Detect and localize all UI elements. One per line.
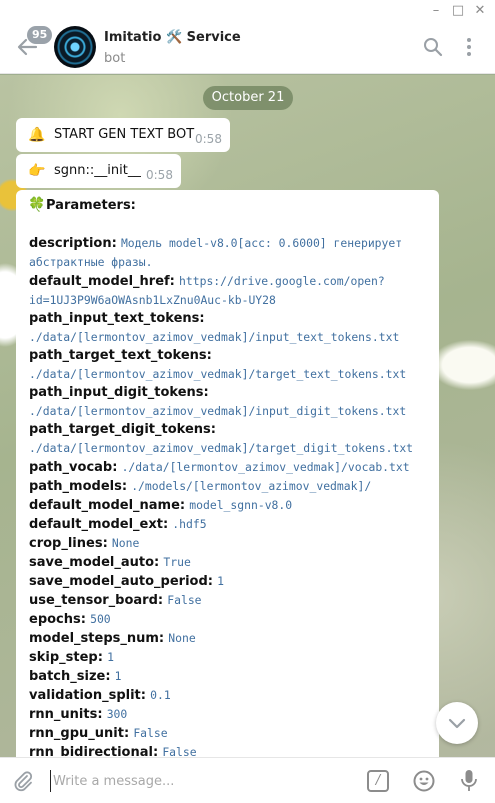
parameter-key: path_input_text_tokens:	[29, 311, 205, 326]
parameter-row: path_input_digit_tokens: ./data/[lermont…	[29, 384, 429, 421]
chat-header: 95 Imitatio 🛠️ Service bot	[0, 22, 495, 74]
parameter-key: save_model_auto_period:	[29, 574, 213, 589]
parameter-key: save_model_auto:	[29, 555, 160, 570]
parameter-row: model_steps_num: None	[29, 629, 429, 648]
chat-subtitle: bot	[104, 51, 126, 66]
message-time: 0:58	[146, 168, 173, 182]
parameter-list: description: Модель model-v8.0[acc: 0.60…	[29, 234, 429, 757]
parameters-heading-text: Parameters:	[46, 198, 136, 213]
parameter-key: skip_step:	[29, 650, 103, 665]
scroll-to-bottom-button[interactable]	[436, 702, 478, 744]
parameter-value: model_sgnn-v8.0	[189, 498, 293, 512]
message-bubble[interactable]: 🔔 START GEN TEXT BOT 0:58	[16, 118, 230, 152]
parameters-heading: 🍀Parameters:	[28, 197, 136, 213]
parameter-row: batch_size: 1	[29, 667, 429, 686]
chat-title[interactable]: Imitatio 🛠️ Service	[104, 30, 241, 45]
message-bubble[interactable]: 👉 sgnn::__init__ 0:58	[16, 154, 181, 188]
unread-count-badge: 95	[27, 26, 53, 44]
parameter-row: default_model_href: https://drive.google…	[29, 272, 429, 310]
parameter-row: default_model_name: model_sgnn-v8.0	[29, 496, 429, 515]
parameter-key: rnn_gpu_unit:	[29, 726, 130, 741]
parameter-row: path_target_digit_tokens: ./data/[lermon…	[29, 421, 429, 458]
parameter-value: 300	[106, 707, 128, 721]
parameter-value: None	[111, 536, 140, 550]
parameters-message[interactable]: 🍀Parameters: description: Модель model-v…	[16, 190, 439, 757]
minimize-icon[interactable]: –	[428, 3, 444, 19]
parameter-row: rnn_gpu_unit: False	[29, 724, 429, 743]
parameter-row: epochs: 500	[29, 610, 429, 629]
parameter-key: epochs:	[29, 612, 86, 627]
parameter-value: 1	[114, 669, 122, 683]
paperclip-icon[interactable]	[12, 770, 34, 792]
avatar[interactable]	[54, 26, 96, 68]
parameter-row: crop_lines: None	[29, 534, 429, 553]
parameter-key: batch_size:	[29, 669, 111, 684]
parameter-row: path_input_text_tokens: ./data/[lermonto…	[29, 310, 429, 347]
parameter-row: rnn_units: 300	[29, 705, 429, 724]
maximize-icon[interactable]: □	[450, 3, 466, 19]
parameter-value: True	[163, 555, 191, 569]
date-separator: October 21	[203, 86, 293, 110]
parameter-value: ./data/[lermontov_azimov_vedmak]/input_d…	[29, 404, 407, 418]
parameter-key: crop_lines:	[29, 536, 108, 551]
parameter-value: ./data/[lermontov_azimov_vedmak]/target_…	[29, 367, 407, 381]
parameter-value: 1	[217, 574, 224, 588]
parameter-value: .hdf5	[172, 517, 207, 531]
parameter-value: ./data/[lermontov_azimov_vedmak]/target_…	[29, 441, 414, 455]
bot-command-icon[interactable]: /	[367, 770, 389, 792]
window-titlebar: – □ ✕	[0, 0, 495, 22]
parameter-key: rnn_bidirectional:	[29, 745, 159, 757]
parameter-value: ./models/[lermontov_azimov_vedmak]/	[131, 479, 372, 493]
message-text: START GEN TEXT BOT	[54, 127, 195, 142]
parameter-key: default_model_ext:	[29, 517, 169, 532]
four-leaf-clover-icon: 🍀	[28, 197, 46, 213]
search-icon[interactable]	[423, 37, 443, 57]
message-text: sgnn::__init__	[54, 163, 141, 178]
parameter-row: path_models: ./models/[lermontov_azimov_…	[29, 477, 429, 496]
message-input[interactable]	[50, 770, 350, 792]
parameter-value: False	[133, 726, 168, 740]
parameter-value: None	[168, 631, 196, 645]
parameter-value: 1	[107, 650, 114, 664]
message-list[interactable]: October 21 🔔 START GEN TEXT BOT 0:58 👉 s…	[0, 75, 495, 757]
parameter-key: path_target_digit_tokens:	[29, 422, 216, 437]
parameter-key: model_steps_num:	[29, 631, 165, 646]
message-composer: /	[0, 757, 495, 803]
parameter-row: save_model_auto_period: 1	[29, 572, 429, 591]
parameter-key: description:	[29, 236, 117, 251]
parameter-row: path_vocab: ./data/[lermontov_azimov_ved…	[29, 458, 429, 477]
parameter-value: False	[162, 745, 197, 757]
parameter-key: use_tensor_board:	[29, 593, 164, 608]
parameter-row: save_model_auto: True	[29, 553, 429, 572]
microphone-icon[interactable]	[460, 769, 478, 793]
more-vertical-icon[interactable]	[464, 37, 474, 57]
pointing-hand-icon: 👉	[28, 163, 46, 179]
parameter-row: validation_split: 0.1	[29, 686, 429, 705]
parameter-key: path_input_digit_tokens:	[29, 385, 209, 400]
message-time: 0:58	[195, 132, 222, 146]
parameter-value: ./data/[lermontov_azimov_vedmak]/vocab.t…	[121, 460, 410, 474]
bell-icon: 🔔	[28, 127, 46, 143]
parameter-key: rnn_units:	[29, 707, 103, 722]
parameter-key: default_model_name:	[29, 498, 186, 513]
parameter-key: path_models:	[29, 479, 128, 494]
parameter-row: skip_step: 1	[29, 648, 429, 667]
close-icon[interactable]: ✕	[472, 3, 488, 19]
parameter-value: 500	[90, 612, 111, 626]
parameter-row: use_tensor_board: False	[29, 591, 429, 610]
parameter-row: rnn_bidirectional: False	[29, 743, 429, 757]
parameter-row: path_target_text_tokens: ./data/[lermont…	[29, 347, 429, 384]
parameter-value: False	[167, 593, 202, 607]
parameter-value: 0.1	[150, 688, 171, 702]
parameter-key: default_model_href:	[29, 274, 175, 289]
chevron-down-icon	[448, 718, 466, 729]
parameter-key: validation_split:	[29, 688, 146, 703]
parameter-value: ./data/[lermontov_azimov_vedmak]/input_t…	[29, 330, 400, 344]
parameter-row: description: Модель model-v8.0[acc: 0.60…	[29, 234, 429, 272]
emoji-icon[interactable]	[413, 770, 435, 792]
parameter-row: default_model_ext: .hdf5	[29, 515, 429, 534]
parameter-key: path_vocab:	[29, 460, 118, 475]
parameter-key: path_target_text_tokens:	[29, 348, 212, 363]
